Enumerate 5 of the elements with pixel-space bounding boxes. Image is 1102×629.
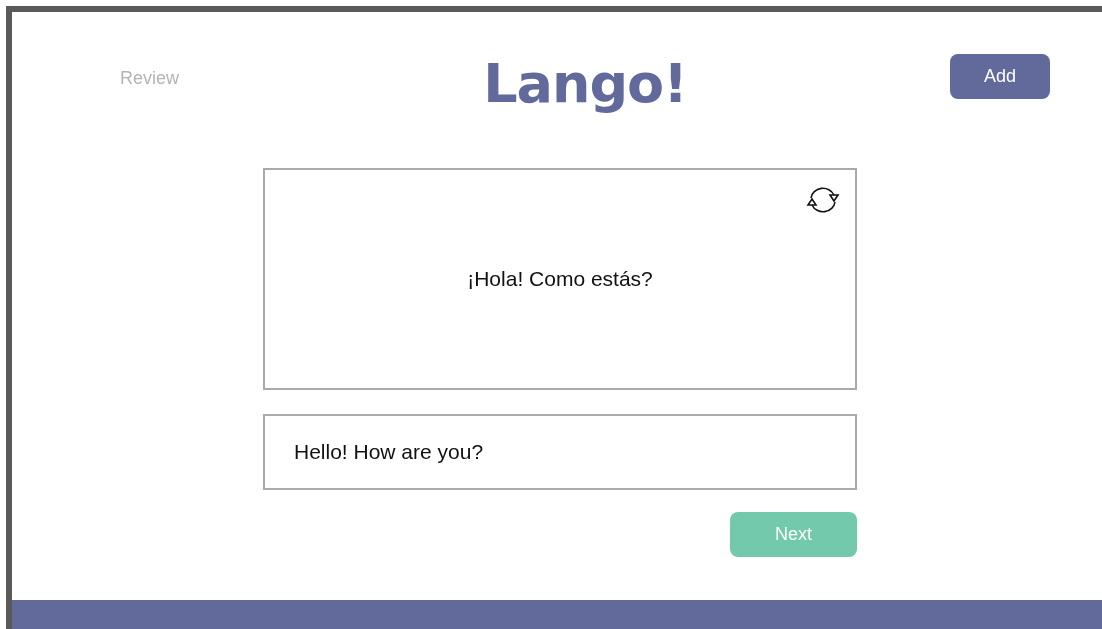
answer-field[interactable]: Hello! How are you? [263,414,857,490]
add-button[interactable]: Add [950,54,1050,99]
logo: Lango! [483,52,687,115]
flip-icon[interactable] [805,184,841,216]
card-text: ¡Hola! Como estás? [467,267,653,291]
